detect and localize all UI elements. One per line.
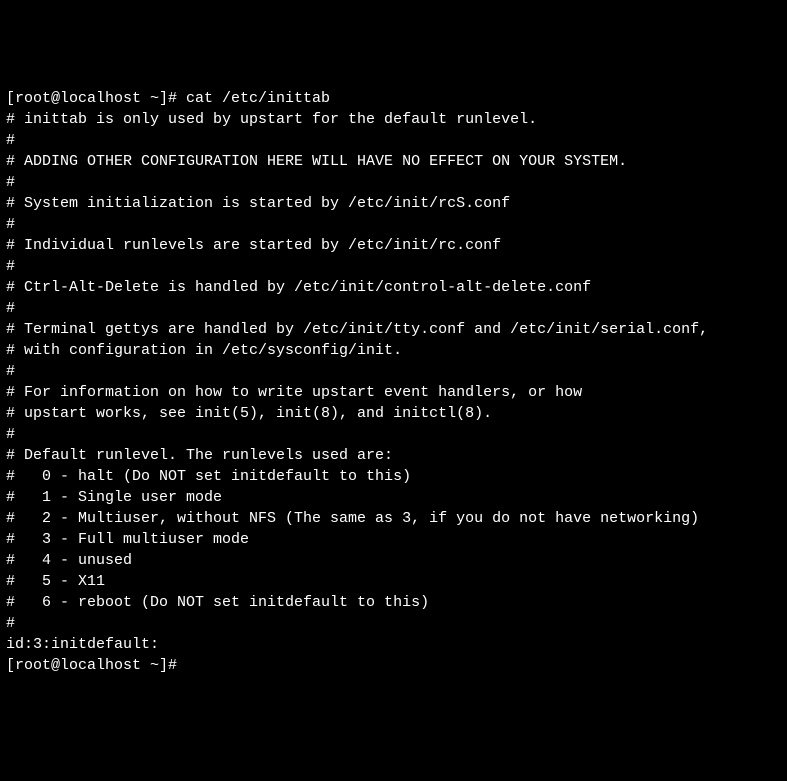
terminal-line: # Ctrl-Alt-Delete is handled by /etc/ini… [6, 277, 781, 298]
terminal-prompt: [root@localhost ~]# [6, 657, 177, 674]
terminal-line: # [6, 130, 781, 151]
terminal-line: # 3 - Full multiuser mode [6, 529, 781, 550]
terminal-line: # [6, 172, 781, 193]
terminal-line: # ADDING OTHER CONFIGURATION HERE WILL H… [6, 151, 781, 172]
terminal-line: # 4 - unused [6, 550, 781, 571]
terminal-line: # with configuration in /etc/sysconfig/i… [6, 340, 781, 361]
terminal-line: # [6, 214, 781, 235]
terminal-line: [root@localhost ~]# cat /etc/inittab [6, 88, 781, 109]
terminal-line: # [6, 361, 781, 382]
terminal-line: # Default runlevel. The runlevels used a… [6, 445, 781, 466]
terminal-line: # 1 - Single user mode [6, 487, 781, 508]
terminal-line: # inittab is only used by upstart for th… [6, 109, 781, 130]
terminal-line: # Individual runlevels are started by /e… [6, 235, 781, 256]
terminal-line: # Terminal gettys are handled by /etc/in… [6, 319, 781, 340]
terminal-line: # 6 - reboot (Do NOT set initdefault to … [6, 592, 781, 613]
terminal-line: # 0 - halt (Do NOT set initdefault to th… [6, 466, 781, 487]
terminal-line: # System initialization is started by /e… [6, 193, 781, 214]
terminal-line: # 2 - Multiuser, without NFS (The same a… [6, 508, 781, 529]
terminal-line: # For information on how to write upstar… [6, 382, 781, 403]
terminal-window[interactable]: [root@localhost ~]# cat /etc/inittab# in… [6, 88, 781, 676]
terminal-line: # [6, 298, 781, 319]
terminal-line: # [6, 256, 781, 277]
terminal-prompt-line[interactable]: [root@localhost ~]# [6, 655, 781, 676]
terminal-line: # [6, 424, 781, 445]
terminal-line: id:3:initdefault: [6, 634, 781, 655]
terminal-line: # [6, 613, 781, 634]
terminal-line: # 5 - X11 [6, 571, 781, 592]
terminal-line: # upstart works, see init(5), init(8), a… [6, 403, 781, 424]
